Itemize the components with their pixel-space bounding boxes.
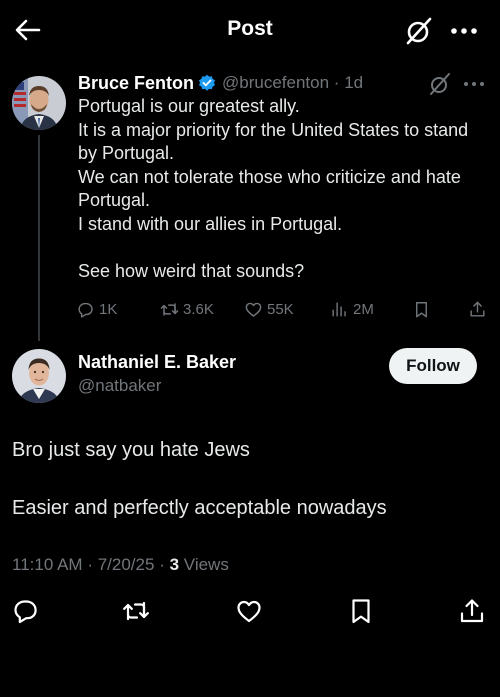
reply-icon — [78, 302, 93, 318]
heart-icon — [237, 600, 261, 623]
post-text-line: I stand with our allies in Portugal. — [78, 213, 343, 234]
repost-action[interactable]: 3.6K — [160, 296, 214, 322]
heart-icon — [245, 302, 262, 317]
like-action[interactable]: 55K — [244, 296, 294, 322]
more-button[interactable] — [446, 16, 482, 46]
meta-separator: · — [333, 73, 340, 92]
repost-icon — [160, 302, 179, 316]
grok-icon — [406, 17, 432, 45]
post-time[interactable]: 1d — [344, 73, 363, 92]
reply-button[interactable] — [12, 597, 40, 625]
thread-connector-line — [38, 135, 40, 341]
author-handle[interactable]: @brucefenton — [222, 73, 329, 92]
quoted-post-author-row: Bruce Fenton @brucefenton · 1d — [78, 70, 363, 96]
grok-button[interactable] — [404, 16, 434, 46]
reply-count: 1K — [99, 300, 118, 318]
share-action[interactable] — [468, 296, 491, 322]
reply-author-display-name[interactable]: Nathaniel E. Baker — [78, 352, 236, 373]
views-chart-icon — [332, 301, 346, 317]
reply-post-text: Bro just say you hate Jews Easier and pe… — [12, 436, 482, 523]
grok-icon — [430, 73, 450, 95]
bookmark-icon — [352, 599, 370, 624]
avatar-bruce-fenton[interactable] — [12, 76, 66, 130]
verified-badge-icon — [199, 74, 216, 91]
share-button[interactable] — [458, 597, 486, 625]
post-text-line — [78, 236, 488, 260]
post-text-line: Bro just say you hate Jews — [12, 439, 250, 461]
views-label: Views — [183, 555, 229, 574]
like-button[interactable] — [235, 597, 263, 625]
reply-icon — [14, 600, 37, 624]
follow-button[interactable]: Follow — [389, 348, 477, 384]
post-meta: 11:10 AM · 7/20/25 · 3 Views — [12, 555, 229, 575]
post-text-line: See how weird that sounds? — [78, 260, 305, 281]
repost-button[interactable] — [122, 597, 150, 625]
more-horizontal-icon — [451, 28, 477, 34]
reply-author-handle[interactable]: @natbaker — [78, 376, 161, 396]
quoted-post-grok-button[interactable] — [428, 72, 452, 96]
views-count: 2M — [353, 300, 374, 318]
bookmark-action[interactable] — [412, 296, 435, 322]
repost-icon — [123, 601, 149, 621]
share-icon — [470, 301, 485, 317]
avatar-photo-icon — [12, 76, 66, 130]
post-text-line — [12, 465, 482, 494]
post-date[interactable]: 7/20/25 — [98, 555, 155, 574]
reply-action[interactable]: 1K — [76, 296, 117, 322]
quoted-post-text: Portugal is our greatest ally. It is a m… — [78, 95, 488, 283]
post-text-line: We can not tolerate those who criticize … — [78, 166, 461, 211]
views-total[interactable]: 3 — [170, 555, 179, 574]
post-text-line: It is a major priority for the United St… — [78, 119, 469, 164]
quoted-post-more-button[interactable] — [460, 74, 488, 94]
more-horizontal-icon — [464, 82, 484, 86]
author-display-name[interactable]: Bruce Fenton — [78, 73, 194, 94]
meta-separator: · — [87, 555, 93, 574]
quoted-post-actions: 1K 3.6K 55K 2M — [76, 296, 494, 322]
avatar-nathaniel-baker[interactable] — [12, 349, 66, 403]
post-text-line: Easier and perfectly acceptable nowadays — [12, 497, 387, 519]
author-handle-and-time: @brucefenton · 1d — [222, 73, 363, 93]
like-count: 55K — [267, 300, 294, 318]
meta-separator: · — [159, 555, 165, 574]
top-bar: Post — [0, 0, 500, 60]
avatar-photo-icon — [12, 349, 66, 403]
post-timestamp[interactable]: 11:10 AM — [12, 555, 83, 574]
views-action[interactable]: 2M — [330, 296, 374, 322]
repost-count: 3.6K — [183, 300, 214, 318]
post-text-line: Portugal is our greatest ally. — [78, 96, 300, 116]
bookmark-icon — [416, 301, 427, 317]
bookmark-button[interactable] — [347, 597, 375, 625]
share-icon — [460, 599, 484, 623]
